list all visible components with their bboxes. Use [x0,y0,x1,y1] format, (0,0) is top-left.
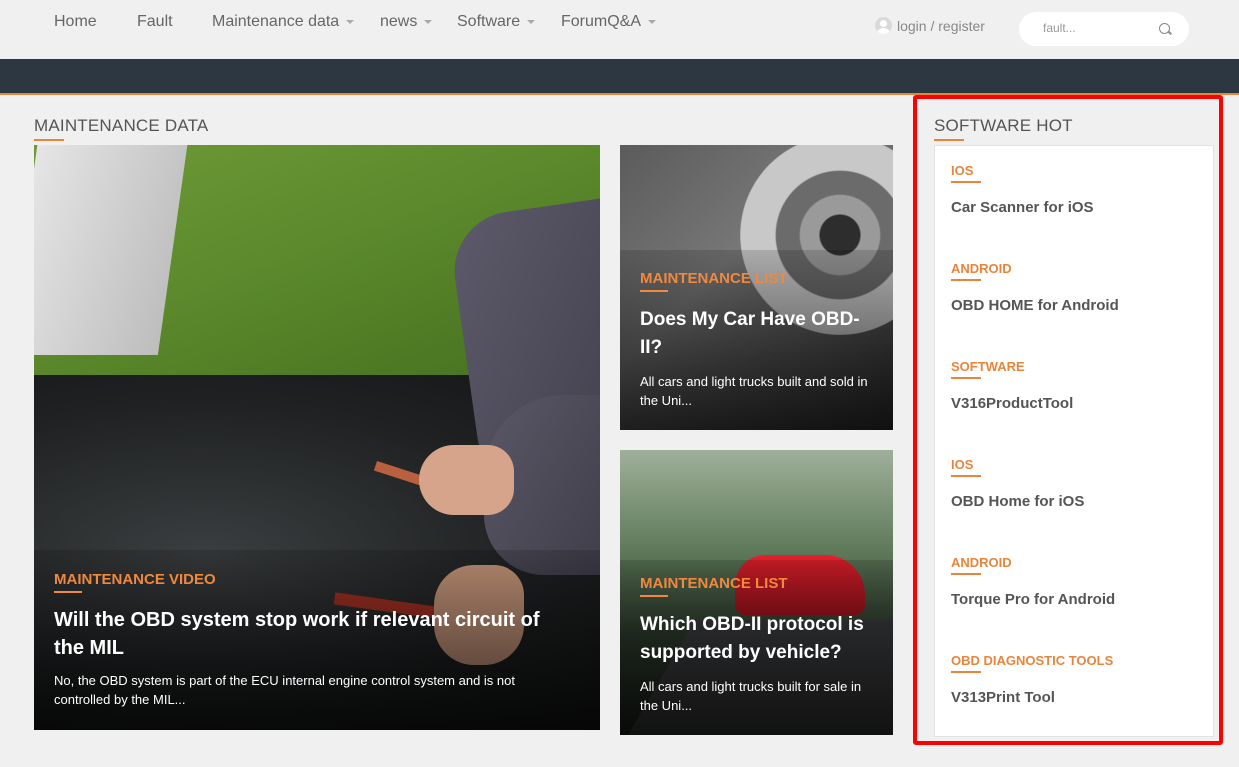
card-image-hand [419,445,514,515]
login-link[interactable]: login [897,18,927,34]
nav-fault-label: Fault [137,13,173,30]
login-separator: / [930,18,935,34]
nav-fault[interactable]: Fault [137,13,173,31]
nav-forum-qa[interactable]: ForumQ&A [561,13,657,31]
nav-news[interactable]: news [380,13,433,31]
nav-forum-qa-label: ForumQ&A [561,13,642,30]
software-title[interactable]: Car Scanner for iOS [951,199,1094,216]
software-title[interactable]: Torque Pro for Android [951,591,1115,608]
software-title[interactable]: OBD HOME for Android [951,297,1119,314]
software-category[interactable]: OBD DIAGNOSTIC TOOLS [951,653,1113,673]
chevron-down-icon [346,19,355,24]
article-card-small-1[interactable]: MAINTENANCE LIST Does My Car Have OBD-II… [620,145,893,430]
card-category[interactable]: MAINTENANCE LIST [640,270,788,292]
chevron-down-icon [424,19,433,24]
chevron-down-icon [527,19,536,24]
nav-news-label: news [380,13,418,30]
article-card-small-2[interactable]: MAINTENANCE LIST Which OBD-II protocol i… [620,450,893,735]
card-category[interactable]: MAINTENANCE LIST [640,575,788,597]
software-category[interactable]: IOS [951,457,982,477]
header-band [0,59,1239,93]
login-register: login / register [875,17,985,34]
card-category[interactable]: MAINTENANCE VIDEO [54,571,216,593]
nav-software[interactable]: Software [457,13,536,31]
card-description: All cars and light trucks built and sold… [640,374,868,408]
maintenance-data-heading: MAINTENANCE DATA [34,116,209,141]
nav-maintenance-data-label: Maintenance data [212,13,340,30]
software-category[interactable]: ANDROID [951,261,1012,281]
software-hot-list: IOS Car Scanner for iOS ANDROID OBD HOME… [934,145,1214,737]
search-box [1019,12,1189,46]
software-category[interactable]: SOFTWARE [951,359,1025,379]
software-category[interactable]: IOS [951,163,982,183]
card-title[interactable]: Which OBD-II protocol is supported by ve… [640,611,880,667]
search-icon[interactable] [1159,23,1170,34]
top-navigation: Home Fault Maintenance data news Softwar… [0,0,1239,59]
software-title[interactable]: V316ProductTool [951,395,1073,412]
user-icon [875,17,892,34]
article-card-large[interactable]: MAINTENANCE VIDEO Will the OBD system st… [34,145,600,730]
chevron-down-icon [648,19,657,24]
card-title[interactable]: Will the OBD system stop work if relevan… [54,606,574,662]
software-hot-heading: SOFTWARE HOT [934,116,1073,141]
header-accent-line [0,93,1239,95]
search-input[interactable] [1043,21,1153,35]
card-description: No, the OBD system is part of the ECU in… [54,673,515,707]
card-description: All cars and light trucks built for sale… [640,679,862,713]
nav-home-label: Home [54,13,97,30]
software-title[interactable]: OBD Home for iOS [951,493,1084,510]
register-link[interactable]: register [938,18,985,34]
software-title[interactable]: V313Print Tool [951,689,1055,706]
nav-home[interactable]: Home [54,13,97,31]
nav-software-label: Software [457,13,521,30]
nav-maintenance-data[interactable]: Maintenance data [212,13,355,31]
software-category[interactable]: ANDROID [951,555,1012,575]
card-title[interactable]: Does My Car Have OBD-II? [640,306,880,362]
